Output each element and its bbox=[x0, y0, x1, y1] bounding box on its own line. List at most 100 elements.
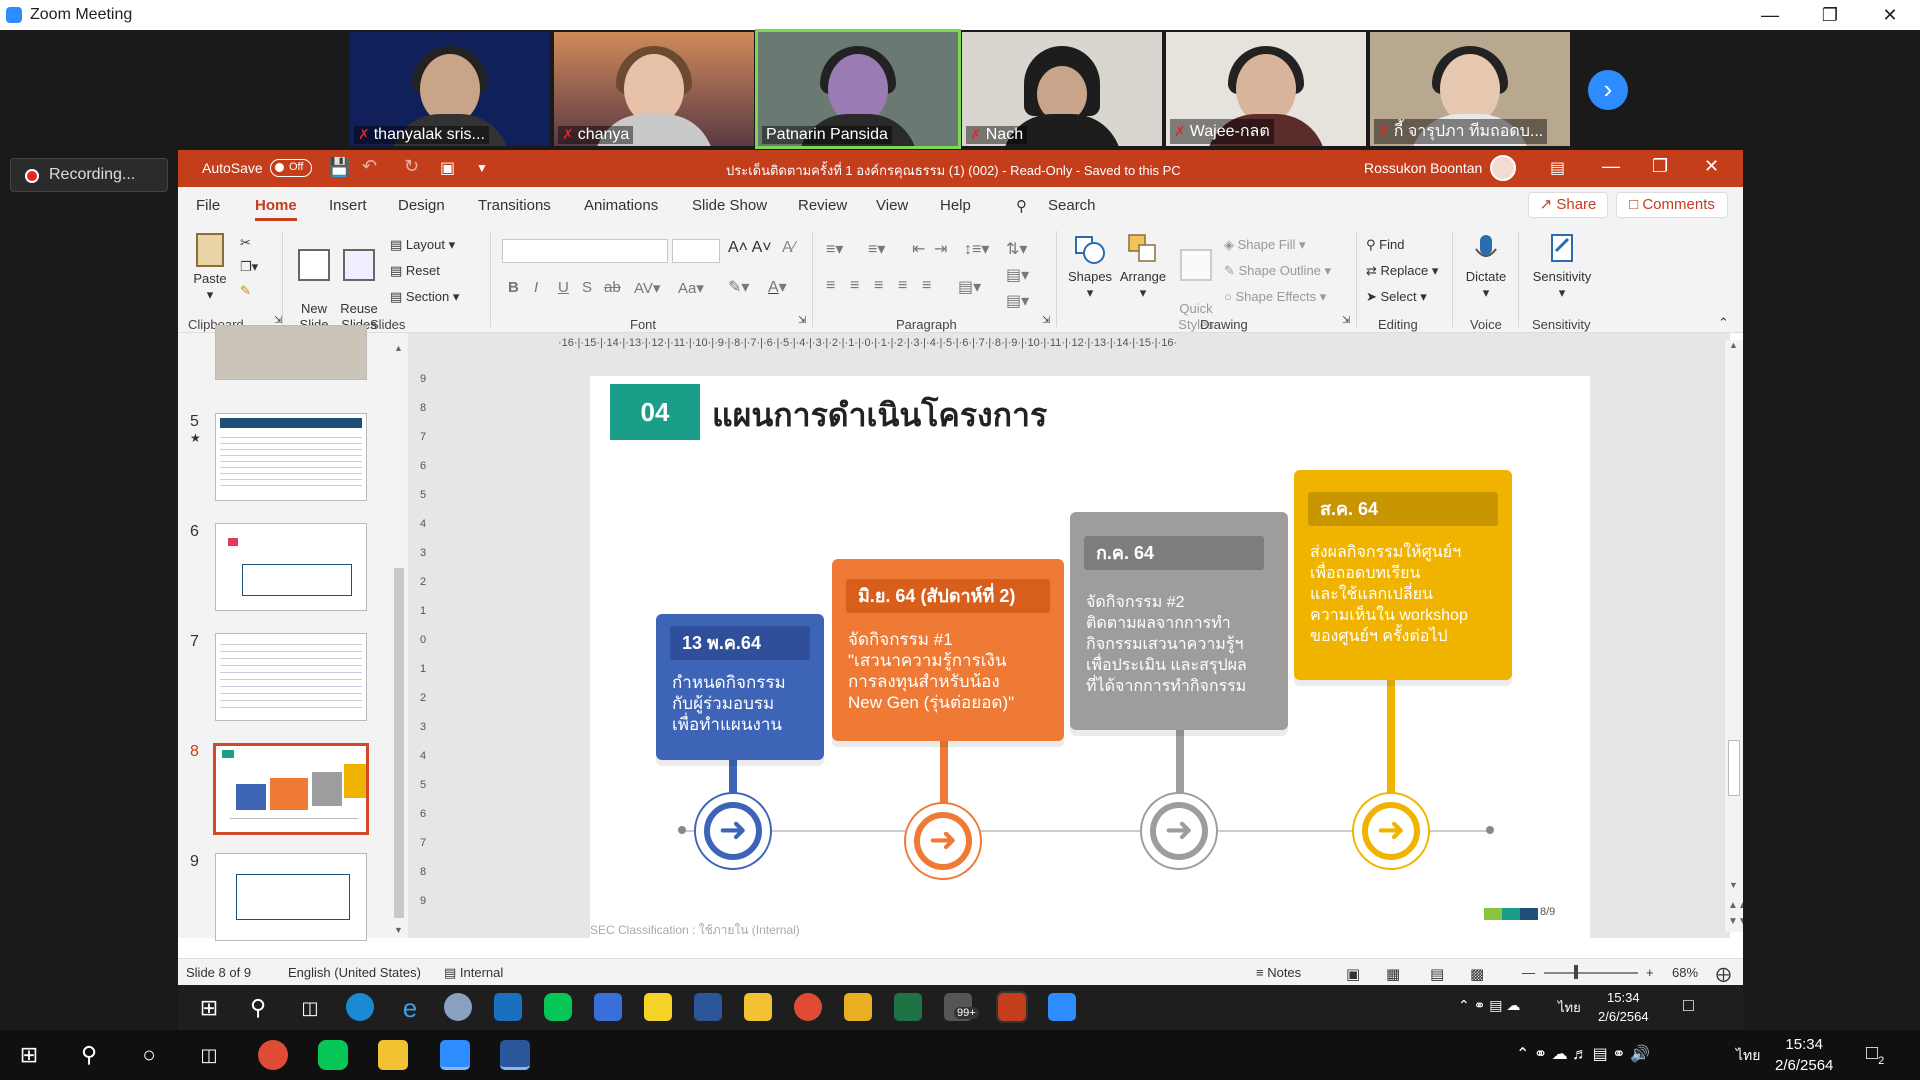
recording-indicator[interactable]: Recording... bbox=[10, 158, 168, 192]
numbering-icon[interactable]: ≡▾ bbox=[868, 239, 885, 259]
windows-start-icon[interactable]: ⊞ bbox=[14, 1040, 44, 1070]
align-right-icon[interactable]: ≡ bbox=[874, 277, 883, 295]
tray-icons[interactable]: ⌃ ⚭ ▤ ☁ bbox=[1458, 997, 1520, 1014]
scroll-up-icon[interactable]: ▲ bbox=[1729, 340, 1738, 350]
font-color-icon[interactable]: A▾ bbox=[768, 277, 787, 297]
find-button[interactable]: ⚲ Find bbox=[1366, 237, 1404, 253]
zoom-slider-handle[interactable] bbox=[1574, 965, 1578, 979]
strikethrough-icon[interactable]: ab bbox=[604, 279, 621, 296]
internet-explorer-icon[interactable]: e bbox=[396, 993, 424, 1023]
comments-button[interactable]: □ Comments bbox=[1616, 192, 1728, 218]
restore-icon[interactable]: ❐ bbox=[1800, 0, 1860, 30]
word-icon[interactable] bbox=[694, 993, 722, 1021]
participant-tile[interactable]: ✗ chanya bbox=[554, 32, 754, 146]
participant-tile-active-speaker[interactable]: Patnarin Pansida bbox=[755, 29, 961, 149]
thumbnail-scrollbar[interactable]: ▲ ▼ bbox=[392, 343, 406, 938]
slide-canvas[interactable]: 04 แผนการดำเนินโครงการ 13 พ.ค.64 กำหนดกิ… bbox=[590, 376, 1590, 938]
next-participants-icon[interactable]: › bbox=[1588, 70, 1628, 110]
shape-outline-button[interactable]: ✎ Shape Outline ▾ bbox=[1224, 263, 1331, 279]
close-icon[interactable]: ✕ bbox=[1860, 0, 1920, 30]
undo-icon[interactable]: ↶ bbox=[362, 156, 377, 177]
increase-indent-icon[interactable]: ⇥ bbox=[934, 239, 947, 259]
line-icon[interactable] bbox=[544, 993, 572, 1021]
timeline-step-card[interactable]: ก.ค. 64 จัดกิจกรรม #2 ติดตามผลจากการทำ ก… bbox=[1070, 512, 1288, 730]
participant-tile[interactable]: ✗ thanyalak sris... bbox=[350, 32, 550, 146]
columns-icon[interactable]: ▤▾ bbox=[958, 277, 981, 297]
language-indicator[interactable]: English (United States) bbox=[288, 965, 421, 980]
slide-thumbnail-9[interactable] bbox=[215, 853, 367, 941]
chrome-icon[interactable] bbox=[794, 993, 822, 1021]
system-clock[interactable]: 15:34 2/6/2564 bbox=[1775, 1034, 1833, 1076]
shape-fill-button[interactable]: ◈ Shape Fill ▾ bbox=[1224, 237, 1306, 253]
arrange-button[interactable]: Arrange ▾ bbox=[1116, 233, 1170, 301]
zoom-icon[interactable] bbox=[440, 1040, 470, 1070]
tray-icons[interactable]: ⌃ ⚭ ☁ ♬ ▤ ⚭ 🔊 bbox=[1516, 1044, 1650, 1064]
present-icon[interactable]: ▣ bbox=[440, 158, 455, 178]
replace-button[interactable]: ⇄ Replace ▾ bbox=[1366, 263, 1438, 279]
sensitivity-button[interactable]: Sensitivity ▾ bbox=[1526, 233, 1598, 301]
slide-thumbnail-6[interactable] bbox=[215, 523, 367, 611]
participant-tile[interactable]: ✗ Wajee-กลต bbox=[1166, 32, 1366, 146]
slide-sorter-icon[interactable]: ▦ bbox=[1386, 965, 1400, 983]
search-box[interactable]: Search bbox=[1048, 197, 1096, 214]
distributed-icon[interactable]: ≡ bbox=[922, 277, 931, 295]
user-avatar[interactable] bbox=[1490, 155, 1516, 181]
next-slide-icon[interactable]: ▼▼ bbox=[1728, 916, 1743, 927]
fit-slide-icon[interactable]: ⨁ bbox=[1716, 965, 1731, 983]
change-case-icon[interactable]: Aa▾ bbox=[678, 279, 704, 297]
store-icon[interactable] bbox=[594, 993, 622, 1021]
bold-icon[interactable]: B bbox=[508, 279, 519, 296]
tab-insert[interactable]: Insert bbox=[329, 197, 367, 214]
tab-help[interactable]: Help bbox=[940, 197, 971, 214]
zoom-icon[interactable] bbox=[1048, 993, 1076, 1021]
decrease-indent-icon[interactable]: ⇤ bbox=[912, 239, 925, 259]
shared-clock[interactable]: 15:34 2/6/2564 bbox=[1598, 988, 1649, 1026]
align-center-icon[interactable]: ≡ bbox=[850, 277, 859, 295]
highlight-icon[interactable]: ✎▾ bbox=[728, 277, 749, 297]
tab-transitions[interactable]: Transitions bbox=[478, 197, 551, 214]
participant-tile[interactable]: ✗ Nach bbox=[962, 32, 1162, 146]
share-button[interactable]: ↗ Share bbox=[1528, 192, 1608, 218]
minimize-icon[interactable]: — bbox=[1740, 0, 1800, 30]
scroll-down-icon[interactable]: ▼ bbox=[394, 925, 403, 935]
user-name[interactable]: Rossukon Boontan bbox=[1364, 160, 1482, 176]
slide-heading[interactable]: แผนการดำเนินโครงการ bbox=[712, 390, 1047, 441]
timeline-step-card[interactable]: 13 พ.ค.64 กำหนดกิจกรรม กับผู้ร่วมอบรม เพ… bbox=[656, 614, 824, 760]
italic-icon[interactable]: I bbox=[534, 279, 538, 296]
thumbnail-scroll-thumb[interactable] bbox=[394, 568, 404, 918]
slide-thumbnail-4[interactable] bbox=[215, 325, 367, 380]
underline-icon[interactable]: U bbox=[558, 279, 569, 296]
text-shadow-icon[interactable]: S bbox=[582, 279, 592, 296]
justify-icon[interactable]: ≡ bbox=[898, 277, 907, 295]
align-text-icon[interactable]: ▤▾ bbox=[1006, 265, 1029, 285]
redo-icon[interactable]: ↻ bbox=[404, 156, 419, 177]
input-language[interactable]: ไทย bbox=[1736, 1045, 1760, 1067]
file-explorer-icon[interactable] bbox=[378, 1040, 408, 1070]
powerpoint-icon[interactable] bbox=[996, 991, 1028, 1023]
zoom-in-icon[interactable]: + bbox=[1646, 965, 1654, 980]
layout-button[interactable]: ▤ Layout ▾ bbox=[390, 237, 455, 253]
tab-review[interactable]: Review bbox=[798, 197, 847, 214]
search-icon[interactable]: ⚲ bbox=[244, 993, 272, 1021]
word-icon[interactable] bbox=[500, 1040, 530, 1070]
search-icon[interactable]: ⚲ bbox=[1016, 197, 1027, 215]
excel-icon[interactable] bbox=[894, 993, 922, 1021]
line-spacing-icon[interactable]: ↕≡▾ bbox=[964, 239, 989, 259]
clear-formatting-icon[interactable]: A∕ bbox=[782, 239, 795, 257]
slide-thumbnail-5[interactable] bbox=[215, 413, 367, 501]
smartart-icon[interactable]: ▤▾ bbox=[1006, 291, 1029, 311]
task-view-icon[interactable]: ◫ bbox=[296, 993, 324, 1021]
editor-scroll-thumb[interactable] bbox=[1728, 740, 1740, 796]
power-bi-icon[interactable] bbox=[844, 993, 872, 1021]
reset-button[interactable]: ▤ Reset bbox=[390, 263, 440, 279]
search-icon[interactable]: ⚲ bbox=[74, 1040, 104, 1070]
shape-effects-button[interactable]: ○ Shape Effects ▾ bbox=[1224, 289, 1326, 305]
drawing-launcher-icon[interactable]: ⇲ bbox=[1342, 315, 1350, 326]
previous-slide-icon[interactable]: ▲▲ bbox=[1728, 900, 1743, 911]
section-button[interactable]: ▤ Section ▾ bbox=[390, 289, 459, 305]
timeline-step-card[interactable]: มิ.ย. 64 (สัปดาห์ที่ 2) จัดกิจกรรม #1 "เ… bbox=[832, 559, 1064, 741]
ribbon-display-icon[interactable]: ▤ bbox=[1550, 158, 1565, 178]
ppt-close-icon[interactable]: ✕ bbox=[1704, 156, 1719, 177]
edge-icon[interactable] bbox=[346, 993, 374, 1021]
tab-design[interactable]: Design bbox=[398, 197, 445, 214]
